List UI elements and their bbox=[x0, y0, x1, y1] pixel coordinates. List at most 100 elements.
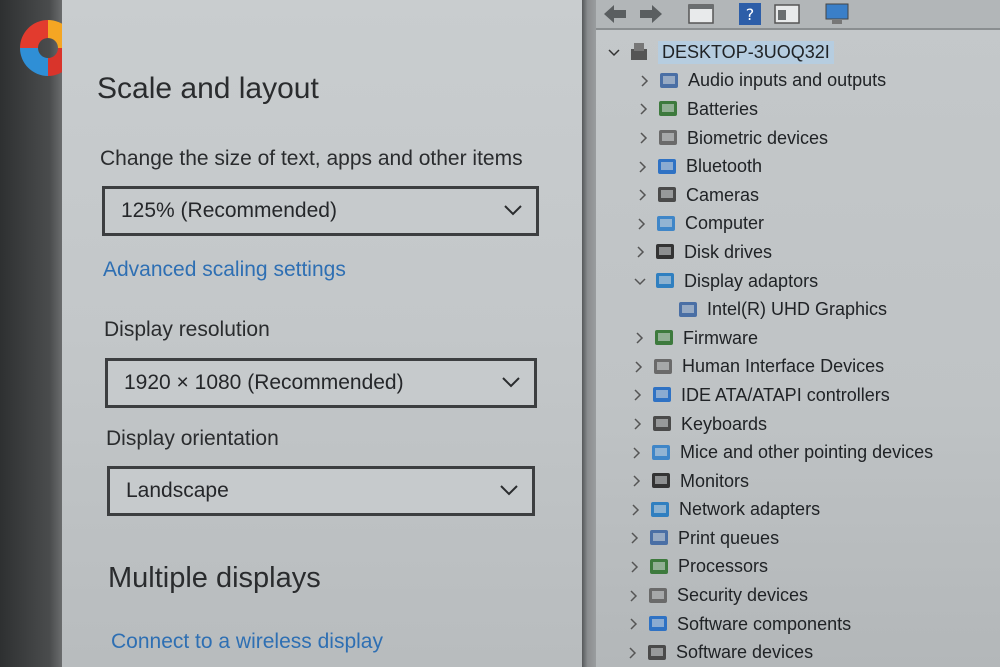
speaker-icon bbox=[660, 72, 678, 88]
screen-bezel bbox=[0, 0, 62, 667]
tree-item-label: Mice and other pointing devices bbox=[680, 442, 934, 463]
monitor-icon bbox=[652, 473, 670, 489]
orientation-label: Display orientation bbox=[106, 427, 279, 450]
tree-category-item[interactable]: Human Interface Devices bbox=[596, 353, 1000, 382]
chevron-down-icon bbox=[502, 377, 520, 388]
chevron-right-icon[interactable] bbox=[636, 161, 648, 173]
tree-category-item[interactable]: Monitors bbox=[596, 467, 1000, 496]
chevron-right-icon[interactable] bbox=[631, 389, 643, 401]
chevron-right-icon[interactable] bbox=[637, 132, 649, 144]
chevron-right-icon[interactable] bbox=[627, 590, 639, 602]
tree-category-item[interactable]: Disk drives bbox=[596, 238, 1000, 267]
chevron-right-icon[interactable] bbox=[626, 647, 638, 659]
tree-root[interactable]: DESKTOP-3UOQ32I bbox=[596, 38, 1000, 67]
window-divider bbox=[582, 0, 596, 667]
tree-item-label: Keyboards bbox=[681, 413, 768, 434]
tree-item-label: Monitors bbox=[680, 470, 750, 491]
properties-icon[interactable] bbox=[686, 2, 716, 26]
scale-dropdown[interactable]: 125% (Recommended) bbox=[102, 186, 539, 236]
tree-item-label: Processors bbox=[678, 556, 769, 577]
resolution-dropdown[interactable]: 1920 × 1080 (Recommended) bbox=[105, 358, 537, 408]
tree-category-item[interactable]: Software devices bbox=[596, 638, 1000, 667]
tree-item-label: Print queues bbox=[678, 527, 780, 548]
chevron-down-icon[interactable] bbox=[634, 275, 646, 287]
chevron-right-icon[interactable] bbox=[630, 447, 642, 459]
computer-tower-icon bbox=[631, 43, 647, 61]
network-adapter-icon bbox=[651, 501, 669, 517]
chevron-right-icon[interactable] bbox=[637, 103, 649, 116]
tree-item-label: Network adapters bbox=[679, 499, 821, 520]
chevron-right-icon[interactable] bbox=[634, 246, 646, 258]
security-device-icon bbox=[649, 587, 667, 603]
tree-root-label: DESKTOP-3UOQ32I bbox=[658, 40, 834, 64]
battery-icon bbox=[659, 101, 677, 117]
tree-item-label: Intel(R) UHD Graphics bbox=[707, 299, 888, 320]
chevron-down-icon bbox=[500, 485, 518, 496]
tree-item-label: Cameras bbox=[686, 184, 760, 205]
update-driver-icon[interactable] bbox=[772, 2, 802, 26]
tree-category-item[interactable]: Security devices bbox=[596, 581, 1000, 610]
tree-item-label: Display adaptors bbox=[684, 270, 819, 291]
resolution-label: Display resolution bbox=[104, 318, 270, 341]
chevron-right-icon[interactable] bbox=[630, 475, 642, 487]
scale-dropdown-value: 125% (Recommended) bbox=[121, 199, 337, 222]
display-adapter-icon bbox=[656, 273, 674, 289]
camera-icon bbox=[658, 187, 676, 203]
tree-category-item[interactable]: Biometric devices bbox=[596, 124, 1000, 153]
tree-category-item[interactable]: Cameras bbox=[596, 181, 1000, 210]
disk-drive-icon bbox=[656, 244, 674, 260]
chevron-down-icon[interactable] bbox=[608, 46, 620, 58]
chevron-right-icon[interactable] bbox=[628, 561, 640, 573]
wireless-display-link[interactable]: Connect to a wireless display bbox=[111, 630, 383, 654]
tree-item-label: Bluetooth bbox=[686, 156, 763, 177]
bluetooth-icon bbox=[658, 158, 676, 174]
tree-category-item[interactable]: Mice and other pointing devices bbox=[596, 438, 1000, 467]
scan-hardware-icon[interactable] bbox=[822, 2, 852, 26]
tree-item-label: Audio inputs and outputs bbox=[688, 70, 887, 91]
tree-category-item[interactable]: Display adaptors bbox=[596, 267, 1000, 296]
tree-category-item[interactable]: Keyboards bbox=[596, 410, 1000, 439]
fingerprint-icon bbox=[659, 130, 677, 146]
tree-category-item[interactable]: Bluetooth bbox=[596, 152, 1000, 181]
software-device-icon bbox=[648, 644, 666, 660]
chevron-right-icon[interactable] bbox=[633, 332, 645, 344]
display-adapter-icon bbox=[679, 301, 697, 317]
tree-category-item[interactable]: Firmware bbox=[596, 324, 1000, 353]
chevron-right-icon[interactable] bbox=[635, 218, 647, 230]
tree-child-item[interactable]: Intel(R) UHD Graphics bbox=[596, 295, 1000, 324]
tree-category-item[interactable]: Network adapters bbox=[596, 496, 1000, 525]
tree-category-item[interactable]: Audio inputs and outputs bbox=[596, 67, 1000, 96]
tree-item-label: Disk drives bbox=[684, 241, 773, 262]
chevron-right-icon[interactable] bbox=[628, 532, 640, 544]
help-icon[interactable]: ? bbox=[736, 2, 766, 26]
software-component-icon bbox=[649, 616, 667, 632]
device-manager-window: ? DESKTOP-3UOQ32I Audio inputs and outpu… bbox=[596, 0, 1000, 667]
scale-label: Change the size of text, apps and other … bbox=[100, 147, 523, 170]
orientation-dropdown[interactable]: Landscape bbox=[107, 466, 535, 516]
chevron-right-icon[interactable] bbox=[629, 504, 641, 516]
tree-category-item[interactable]: Computer bbox=[596, 210, 1000, 239]
tree-category-item[interactable]: IDE ATA/ATAPI controllers bbox=[596, 381, 1000, 410]
tree-item-label: Biometric devices bbox=[687, 127, 829, 148]
chevron-right-icon[interactable] bbox=[638, 75, 650, 87]
tree-item-label: Firmware bbox=[683, 327, 758, 348]
chevron-right-icon[interactable] bbox=[627, 618, 639, 630]
chevron-right-icon[interactable] bbox=[632, 361, 644, 373]
tree-category-item[interactable]: Software components bbox=[596, 610, 1000, 639]
keyboard-icon bbox=[653, 416, 671, 432]
tree-item-label: IDE ATA/ATAPI controllers bbox=[681, 384, 890, 405]
tree-category-item[interactable]: Processors bbox=[596, 553, 1000, 582]
orientation-dropdown-value: Landscape bbox=[126, 479, 229, 502]
svg-text:?: ? bbox=[746, 5, 755, 24]
forward-arrow-icon[interactable] bbox=[636, 2, 666, 26]
chevron-right-icon[interactable] bbox=[636, 189, 648, 201]
back-arrow-icon[interactable] bbox=[600, 2, 630, 26]
tree-category-item[interactable]: Batteries bbox=[596, 95, 1000, 124]
tree-category-item[interactable]: Print queues bbox=[596, 524, 1000, 553]
processor-icon bbox=[650, 558, 668, 574]
advanced-scaling-link[interactable]: Advanced scaling settings bbox=[103, 258, 346, 282]
ide-controller-icon bbox=[653, 387, 671, 403]
printer-icon bbox=[650, 530, 668, 546]
chevron-right-icon[interactable] bbox=[631, 418, 643, 430]
display-settings-pane: Scale and layout Change the size of text… bbox=[62, 0, 582, 667]
